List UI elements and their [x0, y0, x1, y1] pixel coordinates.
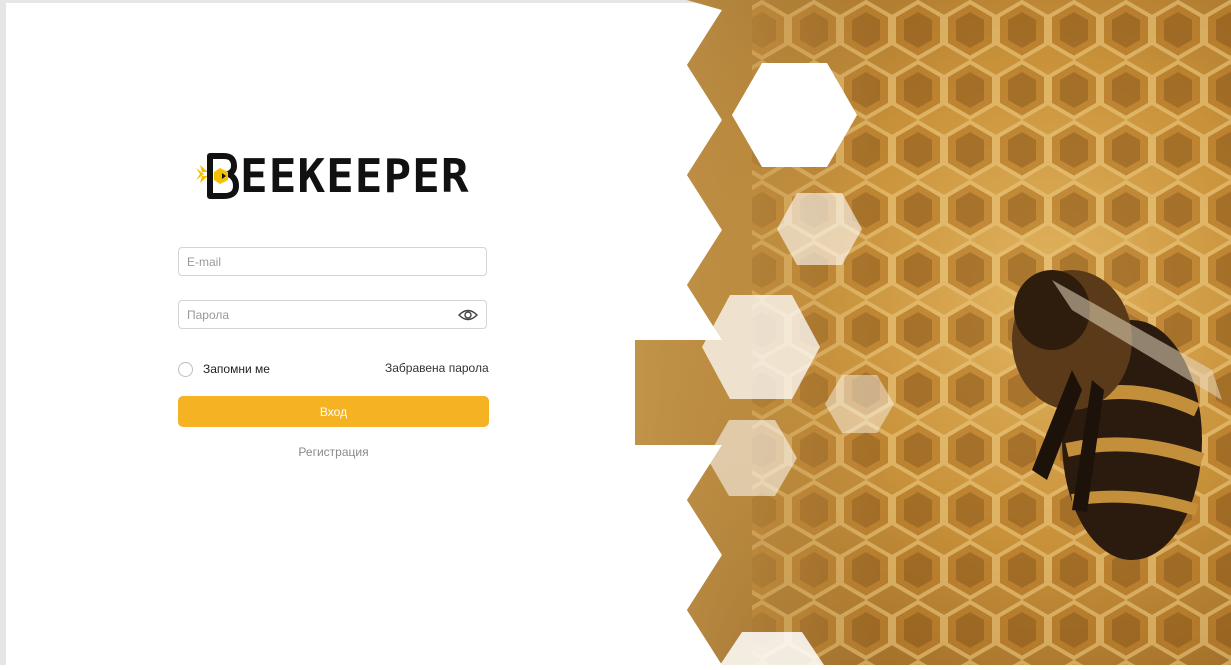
radio-icon[interactable] — [178, 361, 193, 377]
email-field-wrapper — [178, 247, 487, 276]
remember-me-control[interactable]: Запомни ме — [178, 360, 270, 378]
window-left-border — [0, 0, 6, 665]
bee-logo-icon — [190, 150, 246, 202]
register-link[interactable]: Регистрация — [0, 445, 667, 459]
login-button[interactable]: Вход — [178, 396, 489, 427]
remember-me-label: Запомни ме — [203, 362, 270, 376]
brand-wordmark: EEKEEPER — [240, 149, 470, 203]
eye-icon[interactable] — [458, 307, 478, 323]
honeycomb-bee-image — [632, 0, 1231, 665]
forgot-password-link[interactable]: Забравена парола — [385, 361, 489, 375]
password-input[interactable] — [179, 301, 447, 328]
brand-logo: EEKEEPER — [190, 150, 470, 202]
email-input[interactable] — [179, 248, 447, 275]
password-field-wrapper — [178, 300, 487, 329]
